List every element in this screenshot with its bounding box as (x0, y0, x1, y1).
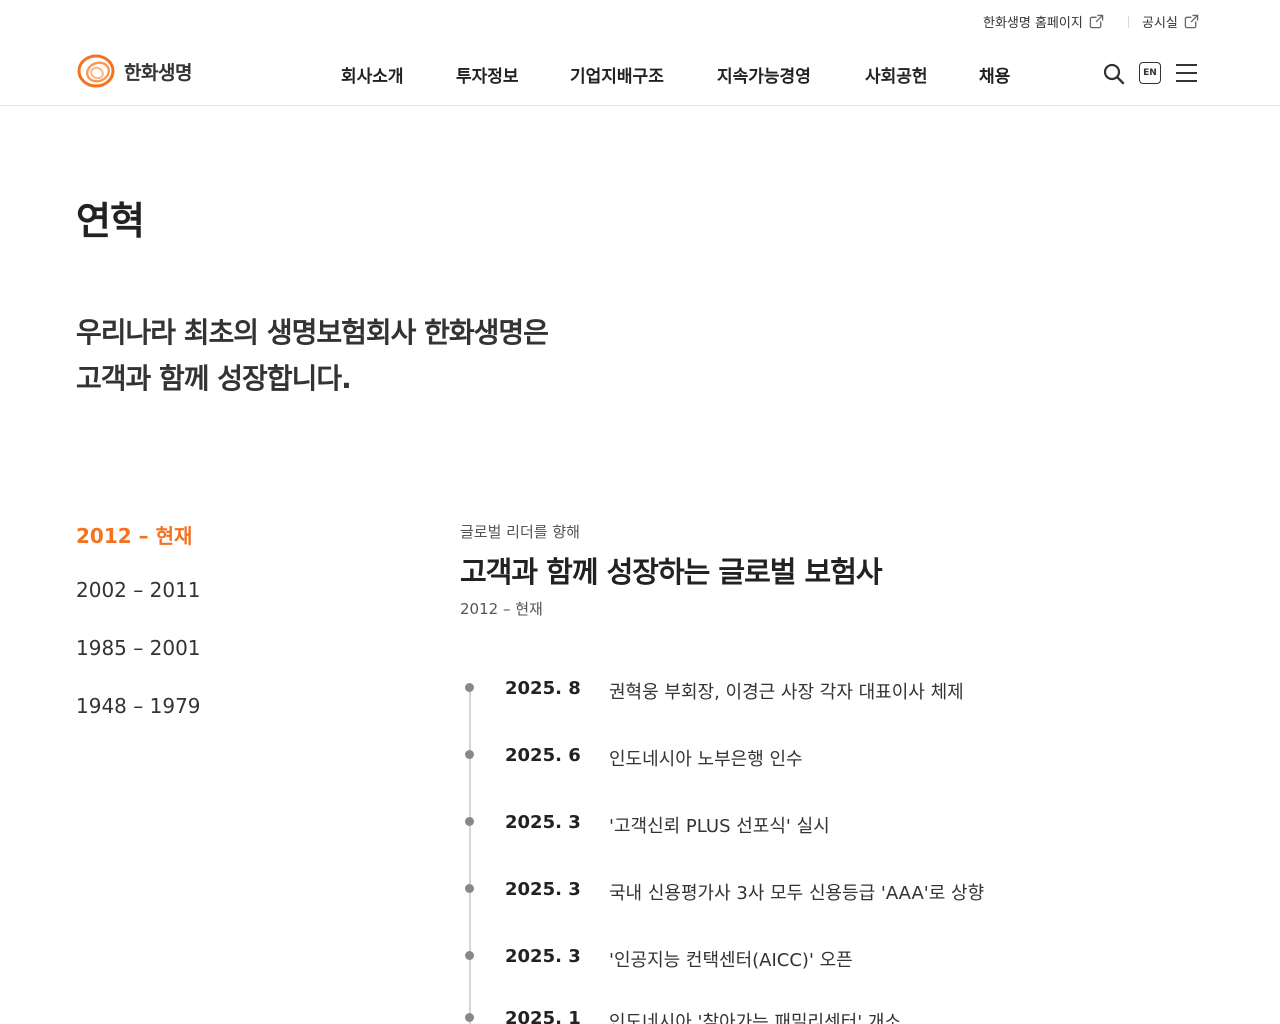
logo[interactable]: 한화생명 (76, 51, 192, 91)
external-link-icon (1089, 14, 1104, 29)
timeline-date: 2025. 3 (505, 879, 581, 900)
timeline-text: 인도네시아 '찾아가는 패밀리센터' 개소 (609, 1012, 902, 1024)
timeline-text: '고객신뢰 PLUS 선포식' 실시 (609, 816, 830, 837)
timeline-dot (465, 683, 474, 692)
language-button[interactable]: EN (1139, 62, 1161, 84)
era-tab-2002-2011[interactable]: 2002 – 2011 (76, 578, 201, 602)
timeline-date: 2025. 6 (505, 745, 581, 766)
utility-bar: 한화생명 홈페이지 공시실 (0, 0, 1280, 42)
disclosure-link-label: 공시실 (1142, 16, 1178, 31)
page-title: 연혁 (76, 199, 145, 243)
external-link-icon (1184, 14, 1199, 29)
timeline-dot (465, 951, 474, 960)
section-title: 고객과 함께 성장하는 글로벌 보험사 (460, 555, 883, 589)
timeline-text: 권혁웅 부회장, 이경근 사장 각자 대표이사 체제 (609, 682, 964, 703)
disclosure-link[interactable]: 공시실 (1142, 12, 1199, 31)
intro-line-1: 우리나라 최초의 생명보험회사 한화생명은 (76, 316, 549, 349)
nav-item-governance[interactable]: 기업지배구조 (570, 62, 664, 87)
intro-line-2: 고객과 함께 성장합니다. (76, 362, 352, 395)
timeline-dot (465, 1013, 474, 1022)
nav-item-social[interactable]: 사회공헌 (865, 62, 928, 87)
era-tab-1985-2001[interactable]: 1985 – 2001 (76, 636, 201, 660)
timeline-text: 인도네시아 노부은행 인수 (609, 749, 803, 770)
timeline-dot (465, 750, 474, 759)
timeline-text: 국내 신용평가사 3사 모두 신용등급 'AAA'로 상향 (609, 883, 985, 904)
nav-item-sustainability[interactable]: 지속가능경영 (717, 62, 811, 87)
language-label: EN (1143, 68, 1157, 78)
nav-item-careers[interactable]: 채용 (979, 62, 1010, 87)
site-header: 한화생명 회사소개 투자정보 기업지배구조 지속가능경영 사회공헌 채용 EN (0, 42, 1280, 106)
timeline-text: '인공지능 컨택센터(AICC)' 오픈 (609, 950, 853, 971)
era-tab-2012-present[interactable]: 2012 – 현재 (76, 520, 192, 549)
timeline-date: 2025. 8 (505, 678, 581, 699)
homepage-link-label: 한화생명 홈페이지 (983, 16, 1083, 31)
logo-text: 한화생명 (124, 61, 192, 84)
timeline-date: 2025. 3 (505, 946, 581, 967)
utility-divider (1128, 16, 1129, 28)
timeline-dot (465, 884, 474, 893)
era-tab-1948-1979[interactable]: 1948 – 1979 (76, 694, 201, 718)
nav-item-company[interactable]: 회사소개 (341, 62, 404, 87)
nav-item-investment[interactable]: 투자정보 (456, 62, 519, 87)
hamburger-menu-icon[interactable] (1176, 64, 1197, 82)
timeline-dot (465, 817, 474, 826)
intro-text: 우리나라 최초의 생명보험회사 한화생명은 고객과 함께 성장합니다. (76, 310, 549, 402)
timeline-date: 2025. 1 (505, 1008, 581, 1024)
search-icon[interactable] (1102, 62, 1126, 86)
timeline-line (469, 686, 471, 1024)
section-eyebrow: 글로벌 리더를 향해 (460, 523, 580, 541)
section-range: 2012 – 현재 (460, 600, 543, 618)
timeline-date: 2025. 3 (505, 812, 581, 833)
homepage-link[interactable]: 한화생명 홈페이지 (983, 12, 1104, 31)
hanwha-logo-icon (77, 54, 115, 88)
